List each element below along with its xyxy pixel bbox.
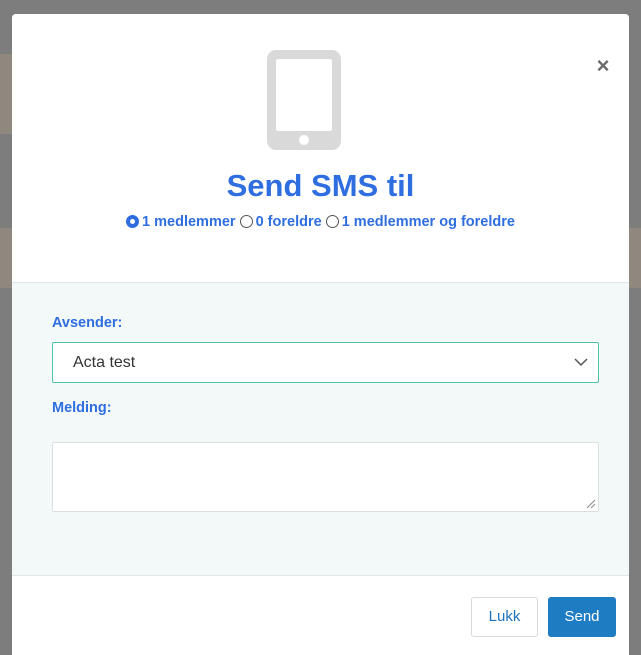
radio-unchecked-icon[interactable]: [239, 215, 253, 228]
recipient-option-members-and-parents[interactable]: 1 medlemmer og foreldre: [325, 214, 515, 230]
recipient-option-parents[interactable]: 0 foreldre: [239, 214, 322, 230]
recipient-option-label: 1 medlemmer og foreldre: [341, 214, 515, 230]
recipient-option-members[interactable]: 1 medlemmer: [126, 214, 236, 230]
mobile-phone-icon: [267, 50, 341, 150]
sender-select[interactable]: Acta test: [52, 342, 599, 383]
send-button[interactable]: Send: [548, 597, 616, 637]
recipient-options: 1 medlemmer 0 foreldre 1 medlemmer og fo…: [12, 214, 629, 230]
close-button[interactable]: Lukk: [471, 597, 538, 637]
send-sms-dialog: × Send SMS til 1 medlemmer 0 foreldre 1 …: [12, 14, 629, 655]
dialog-title: Send SMS til: [226, 168, 415, 203]
message-textarea[interactable]: [52, 442, 599, 512]
radio-unchecked-icon[interactable]: [325, 215, 339, 228]
resize-handle-icon[interactable]: [586, 499, 596, 509]
chevron-down-icon: [574, 358, 588, 367]
recipient-option-label: 1 medlemmer: [142, 214, 236, 230]
background-panel-strip: [0, 228, 12, 288]
dialog-body: Avsender: Acta test Melding:: [12, 283, 629, 576]
dialog-header: × Send SMS til 1 medlemmer 0 foreldre 1 …: [12, 14, 629, 283]
recipient-option-label: 0 foreldre: [255, 214, 322, 230]
background-header-strip: [0, 54, 12, 134]
radio-checked-icon[interactable]: [126, 215, 140, 228]
dialog-footer: Lukk Send: [12, 576, 629, 655]
background-panel-strip-right: [629, 228, 641, 288]
sender-select-value: Acta test: [73, 354, 136, 371]
message-label: Melding:: [52, 400, 112, 416]
close-icon[interactable]: ×: [593, 55, 613, 77]
sender-label: Avsender:: [52, 315, 123, 331]
